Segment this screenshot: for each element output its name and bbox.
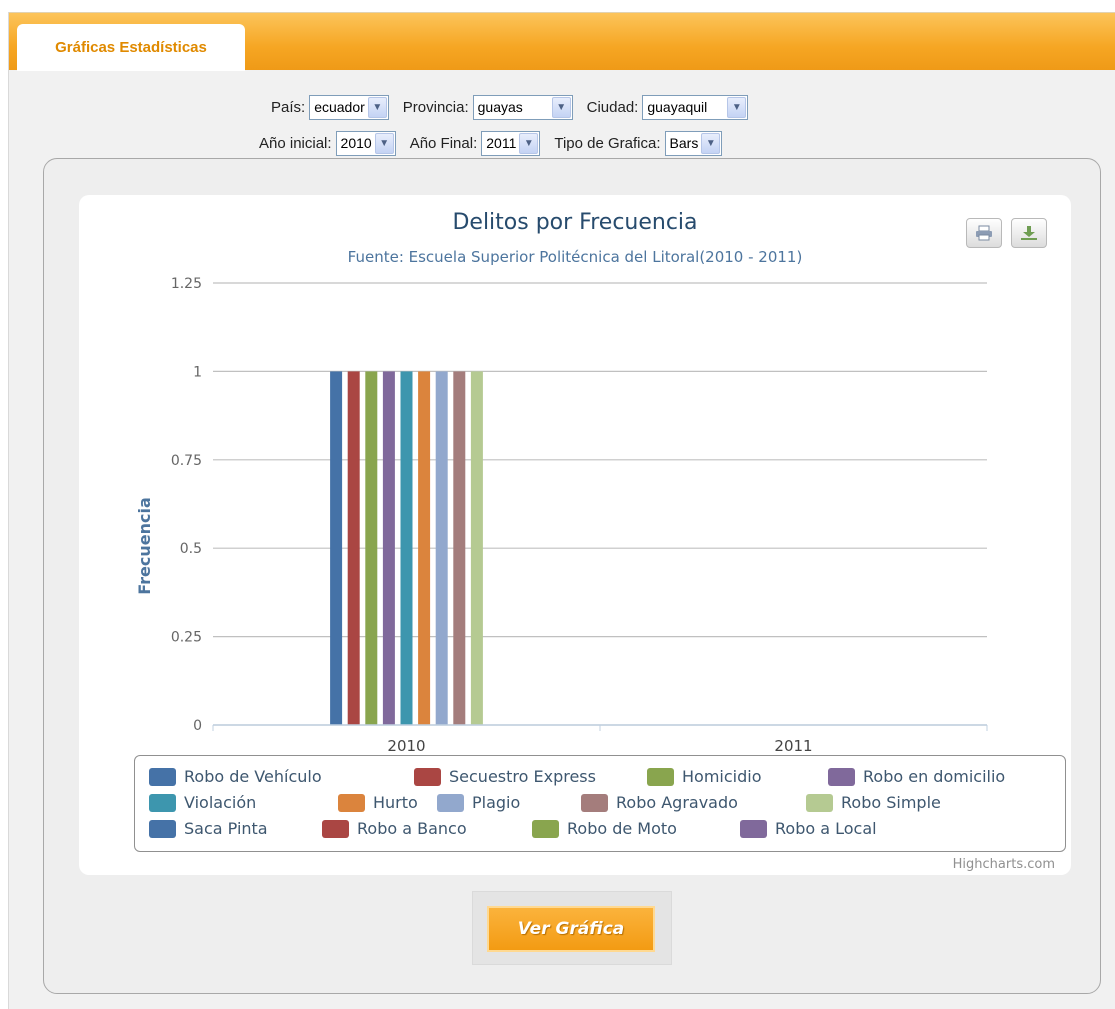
provincia-label: Provincia:: [402, 98, 469, 116]
legend-swatch: [532, 819, 559, 838]
legend-item[interactable]: Robo de Vehículo: [149, 767, 322, 786]
legend-item[interactable]: Hurto: [338, 793, 418, 812]
ciudad-value: guayaquil: [647, 99, 708, 115]
pais-select[interactable]: ecuador ▼: [309, 94, 389, 120]
anio-inicial-label: Año inicial:: [259, 134, 332, 152]
bar[interactable]: [470, 371, 483, 725]
legend-label: Secuestro Express: [449, 767, 596, 786]
x-tick-label: 2010: [387, 737, 425, 755]
bar[interactable]: [453, 371, 466, 725]
anio-final-select[interactable]: 2011 ▼: [481, 130, 541, 156]
action-button-wrapper: Ver Gráfica: [472, 891, 672, 965]
legend-swatch: [149, 819, 176, 838]
legend-label: Plagio: [472, 793, 521, 812]
filter-row-location: País: ecuador ▼ Provincia: guayas ▼ Ciud…: [271, 92, 762, 122]
ver-grafica-button[interactable]: Ver Gráfica: [487, 906, 655, 952]
legend-swatch: [828, 767, 855, 786]
y-tick-label: 1: [193, 364, 202, 380]
legend-label: Robo en domicilio: [863, 767, 1006, 786]
legend-item[interactable]: Robo Agravado: [581, 793, 738, 812]
download-icon: [1021, 226, 1037, 240]
legend-label: Robo de Moto: [567, 819, 677, 838]
legend-item[interactable]: Secuestro Express: [414, 767, 596, 786]
chart-legend: Robo de Vehículo Secuestro Express Homicid…: [134, 755, 1066, 852]
chevron-down-icon: ▼: [367, 96, 387, 118]
legend-label: Saca Pinta: [184, 819, 268, 838]
legend-item[interactable]: Robo en domicilio: [828, 767, 1005, 786]
legend-label: Robo de Vehículo: [184, 767, 322, 786]
legend-swatch: [322, 819, 349, 838]
legend-item[interactable]: Plagio: [437, 793, 520, 812]
pais-value: ecuador: [314, 99, 365, 115]
legend-label: Robo Agravado: [616, 793, 738, 812]
legend-swatch: [581, 793, 608, 812]
provincia-select[interactable]: guayas ▼: [472, 94, 573, 120]
highcharts-credits[interactable]: Highcharts.com: [953, 857, 1055, 872]
legend-swatch: [414, 767, 441, 786]
legend-item[interactable]: Robo a Banco: [322, 819, 467, 838]
bar[interactable]: [382, 371, 395, 725]
anio-final-value: 2011: [486, 135, 517, 151]
legend-label: Robo Simple: [841, 793, 941, 812]
tab-bar: Gráficas Estadísticas: [9, 12, 1115, 71]
print-button[interactable]: [966, 218, 1002, 248]
y-tick-label: 0.75: [171, 453, 202, 469]
y-tick-label: 0: [193, 718, 202, 734]
legend-swatch: [149, 767, 176, 786]
legend-swatch: [740, 819, 767, 838]
provincia-value: guayas: [477, 99, 523, 115]
bar[interactable]: [347, 371, 360, 725]
chevron-down-icon: ▼: [727, 96, 747, 118]
ciudad-label: Ciudad:: [586, 98, 639, 116]
chart-subtitle: Fuente: Escuela Superior Politécnica del…: [348, 248, 803, 266]
tipo-grafica-select[interactable]: Bars ▼: [664, 130, 723, 156]
bar[interactable]: [400, 371, 413, 725]
chevron-down-icon: ▼: [374, 132, 394, 154]
legend-item[interactable]: Robo Simple: [806, 793, 941, 812]
legend-item[interactable]: Saca Pinta: [149, 819, 268, 838]
legend-swatch: [149, 793, 176, 812]
anio-final-label: Año Final:: [409, 134, 478, 152]
y-tick-label: 0.5: [180, 541, 202, 557]
anio-inicial-select[interactable]: 2010 ▼: [335, 130, 396, 156]
chevron-down-icon: ▼: [519, 132, 539, 154]
legend-item[interactable]: Robo de Moto: [532, 819, 677, 838]
legend-item[interactable]: Robo a Local: [740, 819, 877, 838]
filter-row-options: Año inicial: 2010 ▼ Año Final: 2011 ▼ Ti…: [259, 128, 736, 158]
export-button[interactable]: [1011, 218, 1047, 248]
tipo-grafica-label: Tipo de Grafica:: [554, 134, 661, 152]
legend-item[interactable]: Violación: [149, 793, 256, 812]
legend-item[interactable]: Homicidio: [647, 767, 761, 786]
chevron-down-icon: ▼: [551, 96, 571, 118]
legend-swatch: [338, 793, 365, 812]
legend-label: Homicidio: [682, 767, 762, 786]
y-tick-label: 1.25: [171, 276, 202, 292]
chevron-down-icon: ▼: [701, 132, 721, 154]
print-icon: [976, 225, 992, 241]
bar[interactable]: [330, 371, 343, 725]
y-tick-label: 0.25: [171, 630, 202, 646]
legend-swatch: [647, 767, 674, 786]
tipo-grafica-value: Bars: [669, 135, 699, 151]
legend-label: Hurto: [373, 793, 418, 812]
bar[interactable]: [435, 371, 448, 725]
ciudad-select[interactable]: guayaquil ▼: [642, 94, 749, 120]
x-tick-label: 2011: [774, 737, 812, 755]
legend-label: Robo a Banco: [357, 819, 467, 838]
legend-label: Violación: [184, 793, 257, 812]
bar-chart: Delitos por Frecuencia Fuente: Escuela S…: [135, 210, 988, 755]
statistics-panel: Gráficas Estadísticas País: ecuador ▼ Pr…: [8, 12, 1115, 1009]
y-axis-title: Frecuencia: [135, 497, 154, 595]
legend-swatch: [806, 793, 833, 812]
bar[interactable]: [418, 371, 431, 725]
legend-swatch: [437, 793, 464, 812]
bar[interactable]: [365, 371, 378, 725]
chart-title: Delitos por Frecuencia: [452, 210, 697, 235]
pais-label: País:: [271, 98, 306, 116]
legend-label: Robo a Local: [775, 819, 877, 838]
tab-graficas-estadisticas[interactable]: Gráficas Estadísticas: [17, 24, 245, 71]
chart-card: Delitos por Frecuencia Fuente: Escuela S…: [79, 195, 1071, 875]
anio-inicial-value: 2010: [340, 135, 372, 151]
chart-container: Delitos por Frecuencia Fuente: Escuela S…: [43, 158, 1101, 994]
